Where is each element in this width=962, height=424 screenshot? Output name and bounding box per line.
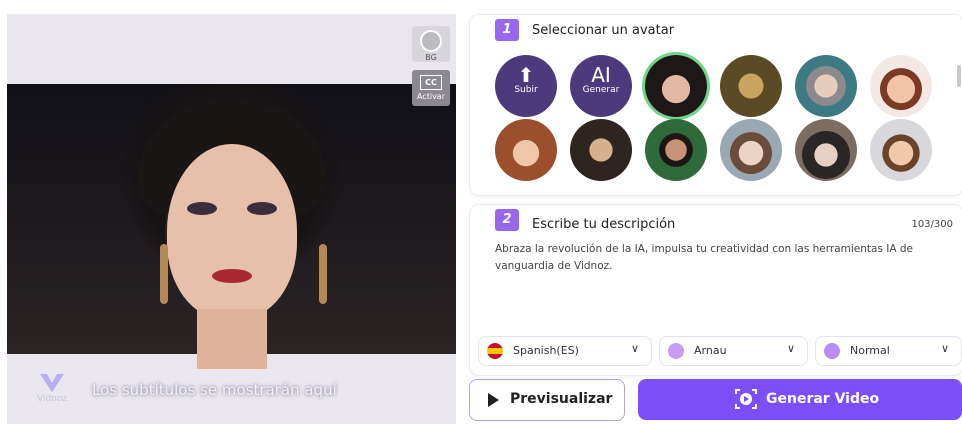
avatar-victorian-lady[interactable] — [720, 119, 782, 181]
avatar-cartoon-woman[interactable] — [495, 119, 557, 181]
voice-avatar-icon — [668, 343, 684, 359]
language-select[interactable]: Spanish(ES) ∨ — [478, 336, 652, 366]
step-1-title: Seleccionar un avatar — [532, 23, 675, 38]
avatar-woman-short-hair[interactable] — [645, 55, 707, 117]
avatar-scrollbar[interactable] — [957, 65, 961, 87]
vidnoz-logo-text: Vidnoz — [37, 394, 68, 404]
subtitle-bar: Vidnoz Los subtítulos se mostrarán aquí — [7, 354, 456, 424]
vidnoz-logo-icon — [40, 374, 64, 392]
avatar-shakespeare[interactable] — [570, 119, 632, 181]
upload-avatar-button[interactable]: ⬆ Subir — [495, 55, 557, 117]
avatar-cartoon-man[interactable] — [870, 55, 932, 117]
chevron-down-icon: ∨ — [786, 342, 795, 355]
avatar-preview-image — [7, 84, 456, 369]
chevron-down-icon: ∨ — [940, 342, 949, 355]
language-value: Spanish(ES) — [513, 344, 579, 357]
avatar-frida[interactable] — [645, 119, 707, 181]
step-2-badge: 2 — [495, 209, 519, 231]
step-2-title: Escribe tu descripción — [532, 217, 676, 232]
upload-icon: ⬆ — [517, 63, 535, 87]
avatar-cartoon-man-2[interactable] — [870, 119, 932, 181]
background-label: BG — [425, 53, 437, 62]
avatar-einstein[interactable] — [795, 55, 857, 117]
smile-icon — [824, 343, 840, 359]
avatar-hat-lady[interactable] — [795, 119, 857, 181]
subtitle-placeholder: Los subtítulos se mostrarán aquí — [92, 381, 337, 399]
generate-video-button[interactable]: Generar Video — [638, 379, 962, 420]
mood-select[interactable]: Normal ∨ — [815, 336, 962, 366]
character-count: 103/300 — [911, 219, 953, 230]
generate-label: Generar — [582, 85, 620, 95]
mood-value: Normal — [850, 344, 890, 357]
voice-value: Arnau — [694, 344, 727, 357]
ai-label: AI — [591, 63, 611, 87]
captions-toggle-button[interactable]: CC Activar — [412, 70, 450, 106]
chevron-down-icon: ∨ — [630, 342, 639, 355]
avatar-selection-card: 1 Seleccionar un avatar ⬆ Subir AI Gener… — [469, 14, 962, 196]
generate-label: Generar Video — [766, 391, 880, 407]
upload-label: Subir — [514, 85, 538, 95]
video-camera-icon — [735, 389, 757, 409]
spain-flag-icon — [487, 343, 503, 359]
background-button[interactable]: BG — [412, 26, 450, 62]
step-1-badge: 1 — [495, 19, 519, 41]
preview-button[interactable]: Previsualizar — [469, 379, 625, 421]
description-textarea[interactable]: Abraza la revolución de la IA, impulsa t… — [495, 241, 945, 275]
captions-icon: CC — [420, 75, 442, 90]
voice-select[interactable]: Arnau ∨ — [659, 336, 808, 366]
avatar-mona-lisa[interactable] — [720, 55, 782, 117]
captions-label: Activar — [416, 92, 445, 101]
video-preview-panel: BG CC Activar Vidnoz Los subtítulos se m… — [7, 14, 456, 424]
generate-ai-avatar-button[interactable]: AI Generar — [570, 55, 632, 117]
play-icon — [488, 393, 499, 407]
background-icon — [420, 30, 442, 52]
preview-label: Previsualizar — [510, 391, 613, 407]
